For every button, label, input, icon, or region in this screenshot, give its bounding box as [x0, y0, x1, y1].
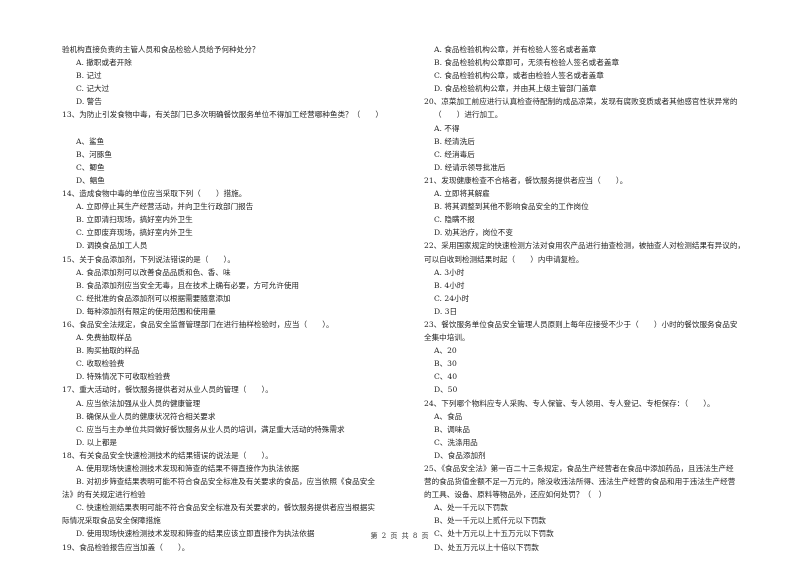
- question-stem: 23、餐饮服务单位食品安全管理人员原则上每年应接受不少于（ ）小时的餐饮服务食品…: [424, 319, 738, 329]
- answer-option: C. 隐瞒不报: [434, 215, 475, 225]
- answer-option: C. 应当与主办单位共同做好餐饮服务从业人员的培训，满足重大活动的特殊需求: [76, 424, 345, 434]
- answer-option: C、鲫鱼: [76, 162, 105, 172]
- answer-option: A、鲨鱼: [76, 136, 105, 146]
- answer-option: D. 调换食品加工人员: [76, 241, 148, 251]
- answer-option: B、调味品: [434, 424, 470, 434]
- answer-option: C. 经批准的食品添加剂可以根据需要随意添加: [76, 293, 231, 303]
- answer-option: （ ）进行加工。: [434, 110, 503, 120]
- answer-option: B. 经清洗后: [434, 136, 475, 146]
- question-stem: 21、发现健康检查不合格者，餐饮服务提供者应当（ ）。: [424, 175, 628, 185]
- answer-option: D. 警告: [76, 97, 102, 107]
- answer-option: D. 食品检验机构公章，并由其上级主管部门盖章: [434, 84, 597, 94]
- answer-option: C. 食品检验机构公章，或者由检验人签名或者盖章: [434, 71, 604, 81]
- answer-option: D、处五万元以上十倍以下罚款: [434, 542, 539, 552]
- answer-option: C、40: [434, 372, 458, 382]
- question-stem: 营的食品货值金额不足一万元的，除没收违法所得、违法生产经营的食品和用于违法生产经…: [424, 477, 736, 487]
- question-stem: 15、关于食品添加剂，下列说法错误的是（ ）。: [62, 254, 235, 264]
- question-stem: 25、《食品安全法》第一百二十三条规定，食品生产经营者在食品中添加药品，且违法生…: [424, 464, 734, 473]
- answer-option: B. 将其调整到其他不影响食品安全的工作岗位: [434, 202, 589, 212]
- answer-option: B. 购买抽取的样品: [76, 346, 140, 356]
- answer-option: D. 每种添加剂有限定的使用范围和使用量: [76, 306, 216, 316]
- answer-option: A. 食品添加剂可以改善食品品质和色、香、味: [76, 267, 231, 277]
- question-stem: 14、造成食物中毒的单位应当采取下列（ ）措施。: [62, 189, 247, 199]
- answer-option: B. 食品添加剂应当安全无毒，且在技术上确有必要，方可允许使用: [76, 280, 300, 290]
- answer-option: A. 应当依法加强从业人员的健康管理: [76, 398, 201, 408]
- answer-option: B. 食品检验机构公章即可，无须有检验人签名或者盖章: [434, 58, 620, 68]
- answer-option: C. 记大过: [76, 84, 110, 94]
- answer-option: D. 经请示领导批准后: [434, 162, 506, 172]
- answer-option: B. 确保从业人员的健康状况符合相关要求: [76, 411, 216, 421]
- answer-option: A. 撤职或者开除: [76, 58, 132, 68]
- answer-option: B、30: [434, 359, 457, 369]
- answer-option: D. 劝其治疗，岗位不变: [434, 228, 513, 238]
- answer-option: A、20: [434, 346, 457, 356]
- answer-option: C. 快速检测结果表明可能不符合食品安全标准及有关要求的，餐饮服务提供者应当根据…: [76, 503, 375, 513]
- right-column: A. 食品检验机构公章，并有检验人签名或者盖章 B. 食品检验机构公章即可，无须有…: [420, 43, 772, 554]
- answer-option: C. 经消毒后: [434, 149, 475, 159]
- question-stem: 13、为防止引发食物中毒，有关部门已多次明确餐饮服务单位不得加工经营哪种鱼类？（…: [62, 110, 384, 120]
- answer-option: A. 不得: [434, 123, 460, 133]
- question-stem: 17、重大活动时，餐饮服务提供者对从业人员的管理（ ）。: [62, 385, 273, 395]
- page-footer: 第 2 页 共 8 页: [370, 532, 430, 540]
- answer-option: A、处一千元以下罚款: [434, 503, 508, 513]
- answer-option: D. 3日: [434, 306, 458, 316]
- continued-text: 法》的有关规定进行检验: [62, 490, 146, 500]
- answer-option: B、处一千元以上贰仟元以下罚款: [434, 516, 546, 526]
- question-stem: 24、下列哪个物料应专人采购、专人保管、专人领用、专人登记、专柜保存：（ ）。: [424, 398, 715, 408]
- answer-option: D. 以上都是: [76, 437, 118, 447]
- answer-option: A、食品: [434, 411, 463, 421]
- answer-option: C. 24小时: [434, 293, 470, 303]
- question-stem: 22、采用国家规定的快速检测方法对食用农产品进行抽查检测，被抽查人对检测结果有异…: [424, 241, 746, 251]
- answer-option: B. 立即清扫现场，搞好室内外卫生: [76, 215, 193, 225]
- answer-option: C. 立即废弃现场，搞好室内外卫生: [76, 228, 193, 238]
- answer-option: B、河豚鱼: [76, 149, 112, 159]
- answer-option: A. 免费抽取样品: [76, 333, 132, 343]
- answer-option: A. 立即将其解雇: [434, 189, 490, 199]
- answer-option: A. 使用现场快速检测技术发现和筛查的结果不得直接作为执法依据: [76, 464, 299, 473]
- continued-text: 际情况采取食品安全保障措施: [62, 516, 161, 526]
- answer-option: D、50: [434, 385, 458, 395]
- left-column: 验机构直接负责的主管人员和食品检验人员给予何种处分？ A. 撤职或者开除 B. 记过…: [62, 43, 407, 554]
- question-stem: 16、食品安全法规定，食品安全监督管理部门在进行抽样检验时，应当（ ）。: [62, 319, 334, 329]
- question-stem: 可以自收到检测结果时起（ ）内申请复检。: [424, 254, 584, 264]
- question-stem: 20、凉菜加工前应进行认真检查待配制的成品凉菜，发现有腐败变质或者其他感官性状异…: [424, 97, 738, 107]
- answer-option: D、鲳鱼: [76, 175, 105, 185]
- question-stem: 的工具、设备、原料等物品外，还应如何处罚？（ ）: [424, 490, 607, 500]
- answer-option: D、食品添加剂: [434, 450, 486, 460]
- answer-option: B. 记过: [76, 71, 102, 81]
- continued-text: 验机构直接负责的主管人员和食品检验人员给予何种处分？: [62, 45, 260, 54]
- answer-option: B. 对初步筛查结果表明可能不符合食品安全标准及有关要求的食品，应当依照《食品安…: [76, 477, 375, 487]
- question-stem: 18、有关食品安全快速检测技术的结果错误的说法是（ ）。: [62, 450, 273, 460]
- answer-option: C、洗涤用品: [434, 437, 478, 447]
- answer-option: A. 立即停止其生产经营活动，并向卫生行政部门报告: [76, 202, 254, 212]
- question-stem: 全集中培训。: [424, 333, 470, 343]
- answer-option: A. 3小时: [434, 267, 465, 277]
- question-stem: 19、食品检验报告应当加盖（ ）。: [62, 542, 190, 552]
- answer-option: B. 4小时: [434, 280, 465, 290]
- answer-option: D. 特殊情况下可收取检验费: [76, 372, 171, 382]
- answer-option: A. 食品检验机构公章，并有检验人签名或者盖章: [434, 45, 597, 54]
- answer-option: C. 收取检验费: [76, 359, 125, 369]
